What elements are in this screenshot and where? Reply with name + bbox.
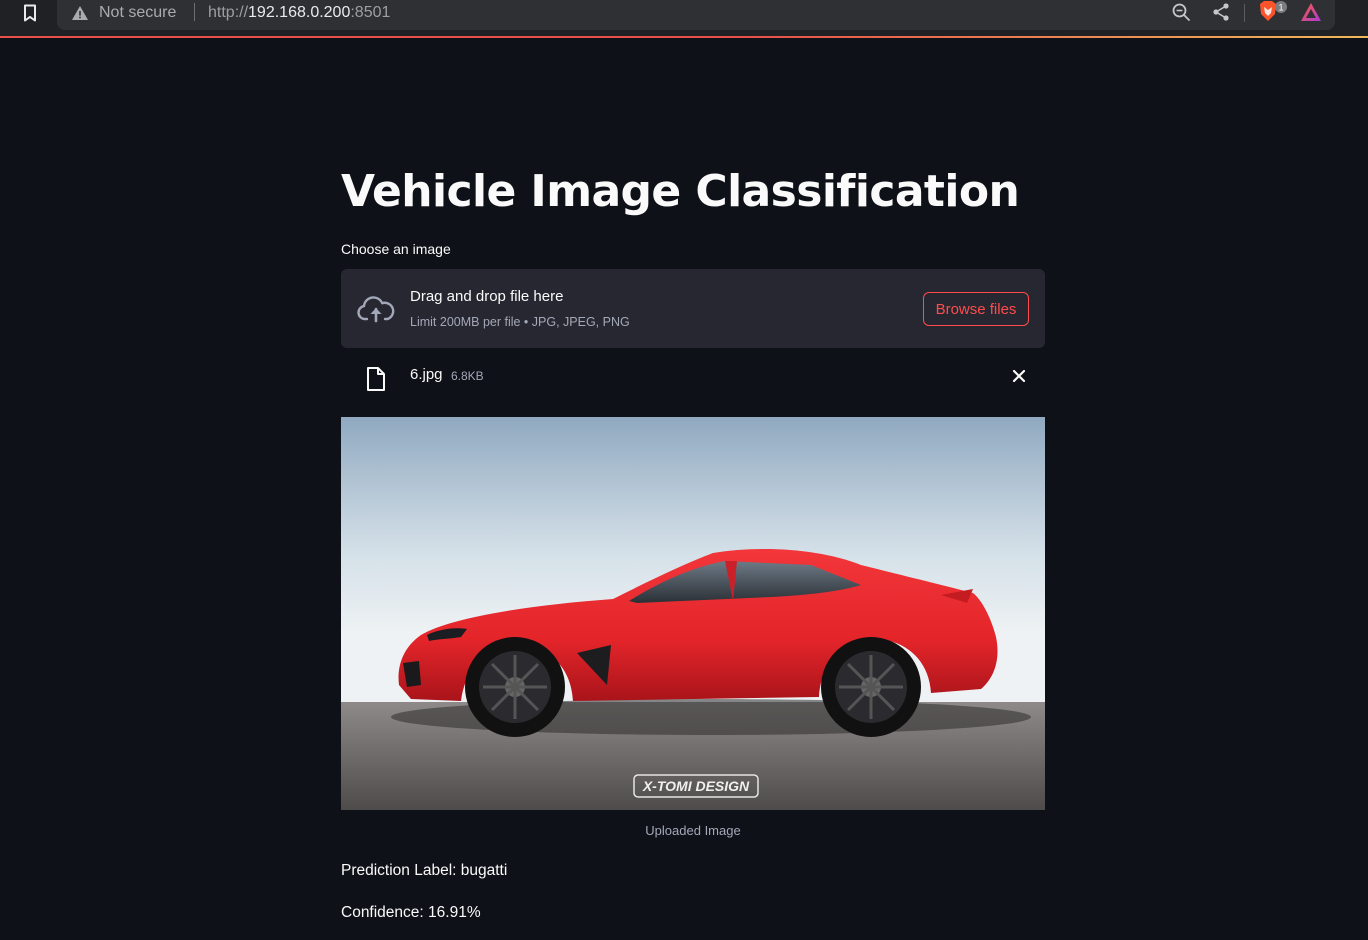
prediction-label: Prediction Label: bugatti: [341, 862, 508, 879]
bookmark-icon[interactable]: [18, 2, 42, 24]
zoom-out-icon[interactable]: [1171, 2, 1191, 22]
share-icon[interactable]: [1211, 2, 1231, 22]
drop-title: Drag and drop file here: [410, 288, 564, 305]
file-limit-text: Limit 200MB per file • JPG, JPEG, PNG: [410, 315, 630, 329]
security-indicator[interactable]: Not secure: [99, 2, 176, 24]
uploaded-file-item: 6.jpg 6.8KB: [341, 354, 1045, 400]
confidence-score: Confidence: 16.91%: [341, 904, 481, 921]
car-photo: X-TOMI DESIGN: [341, 417, 1045, 810]
url-host: 192.168.0.200: [248, 4, 351, 21]
file-uploader-label: Choose an image: [341, 241, 451, 257]
page-title: Vehicle Image Classification: [341, 166, 1020, 217]
file-icon: [367, 367, 385, 391]
browser-toolbar: Not secure http://192.168.0.200:8501 1: [0, 0, 1368, 36]
file-size: 6.8KB: [451, 369, 484, 383]
url-scheme: http://: [208, 4, 249, 21]
browse-files-button[interactable]: Browse files: [923, 292, 1029, 326]
brave-rewards-icon[interactable]: [1300, 2, 1322, 22]
close-icon[interactable]: [1009, 366, 1029, 386]
toolbar-divider: [1244, 4, 1245, 22]
file-dropzone[interactable]: Drag and drop file here Limit 200MB per …: [341, 269, 1045, 348]
url-separator: [194, 3, 195, 21]
image-watermark: X-TOMI DESIGN: [642, 778, 750, 794]
file-name: 6.jpg: [410, 366, 443, 383]
image-caption: Uploaded Image: [645, 823, 741, 838]
address-bar[interactable]: Not secure http://192.168.0.200:8501 1: [57, 0, 1335, 30]
url-text[interactable]: http://192.168.0.200:8501: [208, 2, 390, 24]
loading-accent-line: [0, 36, 1368, 38]
warning-icon: [72, 6, 88, 20]
cloud-upload-icon: [357, 296, 395, 323]
url-port: :8501: [350, 4, 391, 21]
brave-shield-icon[interactable]: 1: [1257, 0, 1289, 24]
uploaded-image: X-TOMI DESIGN: [341, 417, 1045, 810]
brave-badge-count: 1: [1278, 3, 1283, 13]
